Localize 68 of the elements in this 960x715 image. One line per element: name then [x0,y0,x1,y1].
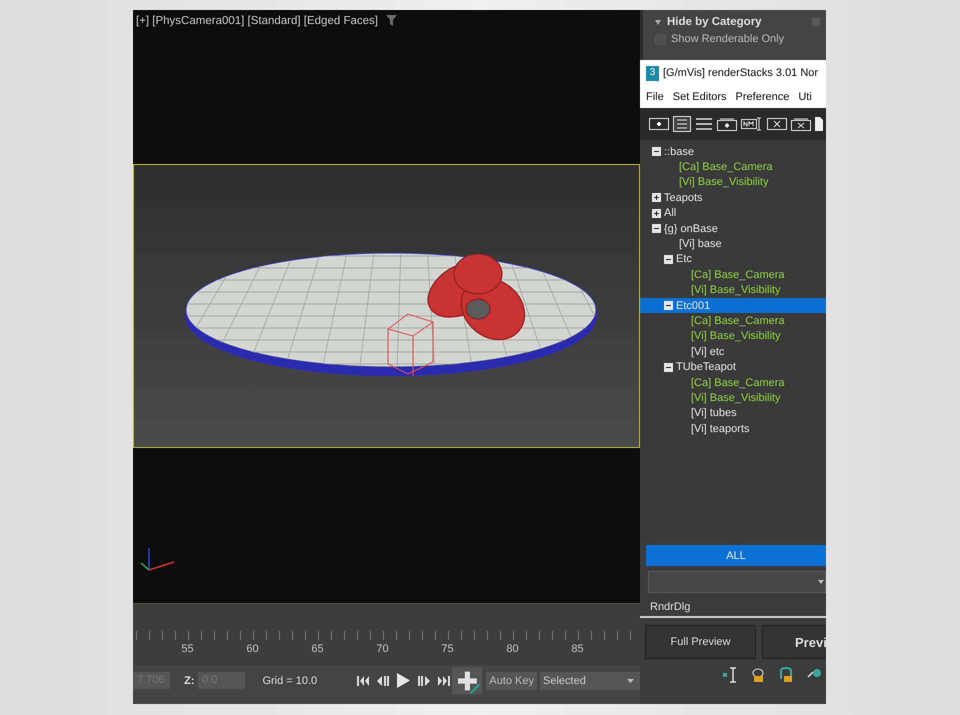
selection-dropdown[interactable]: Selected [540,672,640,690]
filter-button[interactable]: ALL [646,545,826,566]
tree-item[interactable]: [Vi] Base_Visibility [640,328,826,344]
tree-item[interactable]: ::base [640,144,826,160]
move-icon[interactable] [722,667,738,683]
tree-item[interactable]: [Vi] Base_Visibility [640,174,826,190]
viewport-label[interactable]: [+] [PhysCamera001] [Standard] [Edged Faces] [136,15,378,27]
tree-item[interactable]: [Vi] Base_Visibility [640,282,826,298]
tree-item[interactable]: Teapots [640,190,826,206]
frame-label: 70 [375,643,390,655]
next-frame-icon[interactable] [418,676,430,686]
caret-icon [627,678,634,682]
go-to-start-icon[interactable] [356,676,369,686]
tree-item[interactable]: [Ca] Base_Camera [640,159,826,175]
tree-item[interactable]: [Vi] Base_Visibility [640,390,826,406]
rename-icon[interactable] [741,117,763,131]
lines-icon[interactable] [695,117,713,131]
caret-icon [818,580,824,584]
play-icon[interactable] [396,673,410,688]
tree-item[interactable]: [Vi] teaports [640,421,826,436]
menu-item[interactable]: Uti [798,91,812,103]
frame-label: 60 [245,643,260,655]
filter-icon[interactable] [386,15,397,26]
z-label: Z: [184,674,196,686]
frame-label: 75 [440,643,455,655]
previous-frame-icon[interactable] [376,676,389,686]
tree-item[interactable]: [Ca] Base_Camera [640,313,826,329]
window-title: [G/mVis] renderStacks 3.01 Nor [663,67,818,79]
delete-icon[interactable] [767,118,787,130]
frame-label: 80 [505,643,520,655]
tree-item[interactable]: All [640,206,826,221]
frame-label: 65 [310,643,325,655]
tree-item[interactable]: Etc001 [640,298,826,314]
app-icon: 3 [646,66,659,80]
auto-key-button[interactable]: Auto Key [486,672,537,690]
tree-item[interactable]: TUbeTeapot [640,359,826,375]
tree-item[interactable]: Etc [640,252,826,268]
tree-item[interactable]: [Ca] Base_Camera [640,374,826,390]
tree-item[interactable]: {g} onBase [640,220,826,236]
checkbox-label: Show Renderable Only [671,33,784,45]
tree-item[interactable]: [Vi] tubes [640,406,826,422]
list-icon[interactable] [673,116,691,132]
set-key-icon[interactable] [452,664,482,696]
preview-button[interactable]: Previ [762,625,826,659]
tree-item[interactable]: [Ca] Base_Camera [640,267,826,283]
collapse-icon[interactable] [652,224,661,234]
collapse-icon[interactable] [664,254,673,264]
frame-label: 85 [570,643,585,655]
collapse-icon[interactable] [664,301,673,310]
collapse-arrow-icon[interactable] [655,20,661,24]
menu-item[interactable]: File [646,91,664,103]
menu-item[interactable]: Preference [736,91,790,103]
rollout-title[interactable]: Hide by Category [667,16,762,28]
grid-label: Grid = 10.0 [262,674,318,686]
preview-button[interactable]: Full Preview [645,625,756,659]
stack-label: RndrDlg [650,601,690,613]
frame-label: 55 [180,643,195,655]
go-to-end-icon[interactable] [438,676,450,686]
collapse-icon[interactable] [664,362,673,372]
expand-icon[interactable] [652,193,661,202]
tree-item[interactable]: [Vi] etc [640,344,826,360]
expand-icon[interactable] [652,208,661,218]
add-stack-icon[interactable] [717,118,737,130]
tree-item[interactable]: [Vi] base [640,236,826,252]
document-icon[interactable] [815,117,823,131]
collapse-icon[interactable] [652,147,661,156]
add-icon[interactable] [649,118,669,130]
menu-item[interactable]: Set Editors [672,91,727,103]
